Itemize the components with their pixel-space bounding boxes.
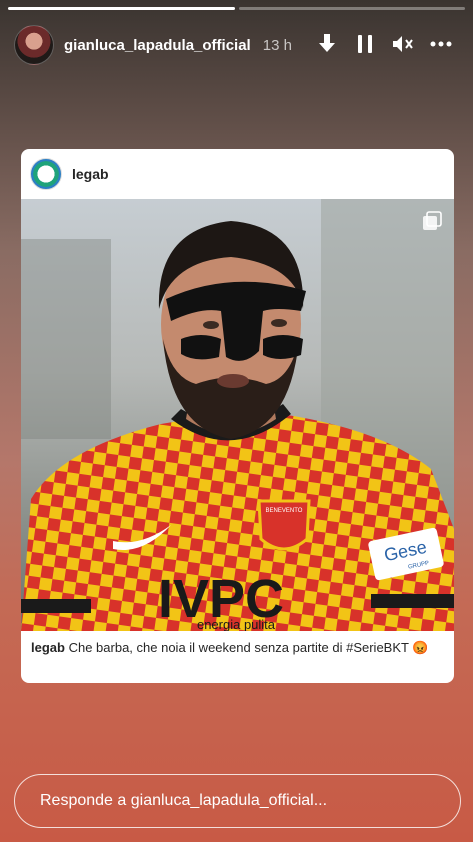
story-header: gianluca_lapadula_official 13 h [14, 24, 459, 66]
story-progress [8, 7, 465, 10]
story-controls [315, 32, 453, 56]
caption-text: Che barba, che noia il weekend senza par… [68, 640, 429, 655]
story-time: 13 h [262, 36, 292, 54]
carousel-icon [422, 211, 442, 236]
post-caption: legab Che barba, che noia il weekend sen… [21, 631, 454, 664]
avatar[interactable] [14, 25, 54, 65]
caption-user[interactable]: legab [31, 640, 65, 655]
reply-placeholder: Responde a gianluca_lapadula_official... [40, 792, 328, 809]
download-icon[interactable] [315, 32, 339, 56]
progress-segment-1 [8, 7, 235, 10]
post-photo[interactable]: BENEVENTO Gese GRUPP IVPC energia pulita [21, 199, 454, 631]
pause-icon[interactable] [353, 32, 377, 56]
progress-segment-2 [238, 7, 465, 10]
crest-text: BENEVENTO [266, 508, 303, 514]
post-account[interactable]: legab [72, 166, 109, 182]
shared-post-card[interactable]: legab BENEVENTO Gese GRUPP IVPC energia … [21, 149, 454, 683]
post-header: legab [21, 149, 454, 199]
story-username[interactable]: gianluca_lapadula_official [64, 37, 251, 54]
reply-input[interactable]: Responde a gianluca_lapadula_official... [14, 774, 461, 828]
more-icon[interactable] [429, 32, 453, 56]
legab-logo[interactable] [30, 158, 62, 190]
mute-icon[interactable] [391, 32, 415, 56]
jersey-sponsor-sub: energia pulita [197, 617, 276, 631]
